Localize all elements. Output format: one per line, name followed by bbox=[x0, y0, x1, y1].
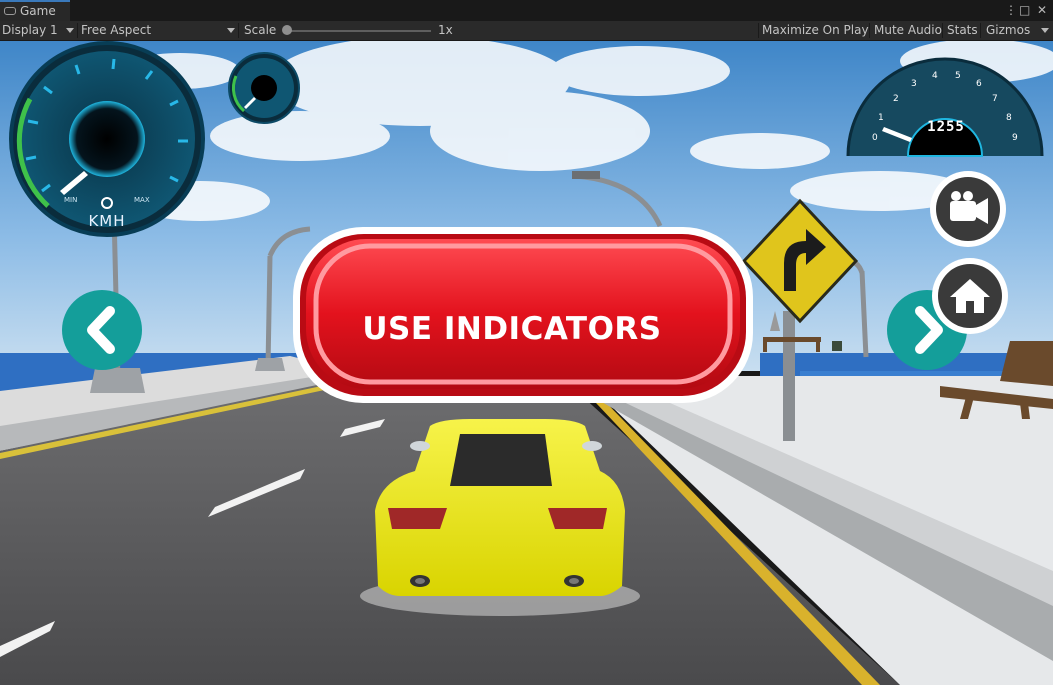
scale-label: Scale bbox=[244, 23, 277, 37]
scale-value: 1x bbox=[438, 23, 453, 37]
game-scene bbox=[0, 41, 1053, 685]
rpm-tick-5: 5 bbox=[955, 71, 961, 81]
game-view-toolbar: Display 1 Free Aspect Scale 1x Maximize … bbox=[0, 21, 1053, 41]
rpm-tick-9: 9 bbox=[1012, 133, 1018, 143]
left-nav-button[interactable] bbox=[62, 290, 142, 370]
gizmos-dropdown[interactable]: Gizmos bbox=[981, 21, 1053, 40]
rpm-tick-2: 2 bbox=[893, 94, 899, 104]
speed-min-label: MIN bbox=[64, 196, 78, 204]
rpm-tick-8: 8 bbox=[1006, 113, 1012, 123]
display-dropdown[interactable]: Display 1 bbox=[0, 21, 78, 40]
close-icon[interactable]: ✕ bbox=[1037, 2, 1047, 18]
stats-toggle[interactable]: Stats bbox=[947, 21, 978, 40]
home-button[interactable] bbox=[932, 258, 1008, 334]
tab-game-label: Game bbox=[20, 4, 56, 18]
camera-button[interactable] bbox=[930, 171, 1006, 247]
rpm-tick-6: 6 bbox=[976, 79, 982, 89]
scale-slider-track[interactable] bbox=[287, 30, 431, 32]
mute-audio-toggle[interactable]: Mute Audio bbox=[874, 21, 942, 40]
use-indicators-message: USE INDICATORS bbox=[362, 311, 662, 347]
aspect-dropdown-label: Free Aspect bbox=[81, 23, 152, 37]
rpm-tick-0: 0 bbox=[872, 133, 878, 143]
scale-slider-thumb[interactable] bbox=[282, 25, 292, 35]
maximize-icon[interactable]: □ bbox=[1019, 2, 1030, 18]
aspect-dropdown[interactable]: Free Aspect bbox=[78, 21, 239, 40]
speed-max-label: MAX bbox=[134, 196, 150, 204]
small-gauge bbox=[228, 52, 300, 124]
rpm-tick-1: 1 bbox=[878, 113, 884, 123]
maximize-on-play-toggle[interactable]: Maximize On Play bbox=[762, 21, 869, 40]
display-dropdown-label: Display 1 bbox=[2, 23, 58, 37]
player-car bbox=[375, 419, 625, 596]
rpm-tick-3: 3 bbox=[911, 79, 917, 89]
rpm-tick-7: 7 bbox=[992, 94, 998, 104]
speed-unit-label: KMH bbox=[88, 212, 126, 230]
game-viewport[interactable]: USE INDICATORS KMH MIN MAX 1255 0 1 2 3 … bbox=[0, 41, 1053, 685]
rpm-readout: 1255 bbox=[927, 119, 965, 135]
gizmos-dropdown-label: Gizmos bbox=[986, 23, 1031, 37]
tab-game[interactable]: Game bbox=[0, 0, 70, 21]
gamepad-icon bbox=[4, 7, 16, 15]
more-options-icon[interactable]: ⋮ bbox=[1005, 2, 1017, 18]
editor-tab-bar: Game ⋮ □ ✕ bbox=[0, 0, 1053, 21]
rpm-tick-4: 4 bbox=[932, 71, 938, 81]
speedometer-gauge bbox=[9, 41, 205, 237]
